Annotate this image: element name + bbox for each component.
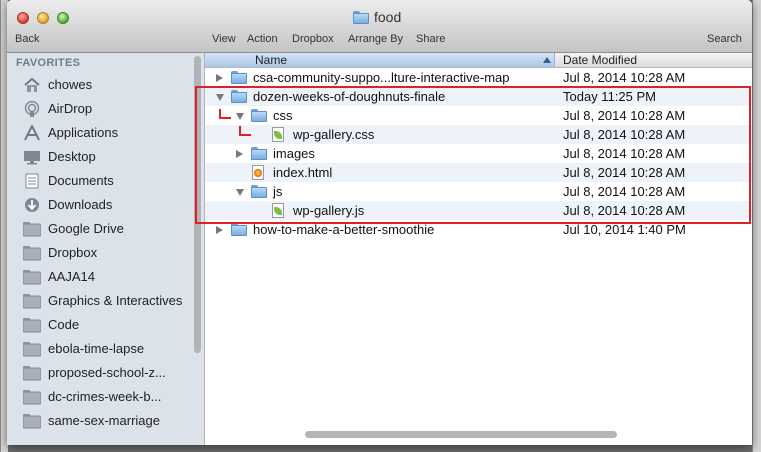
- sidebar-item-label: same-sex-marriage: [48, 413, 160, 428]
- sidebar-item[interactable]: AirDrop: [7, 97, 204, 121]
- sidebar-item-label: AAJA14: [48, 269, 95, 284]
- dropbox-button[interactable]: Dropbox: [292, 33, 334, 45]
- folder-icon: [22, 293, 42, 309]
- disclosure-closed-icon[interactable]: [216, 74, 223, 82]
- sidebar-item[interactable]: ebola-time-lapse: [7, 337, 204, 361]
- name-column-header[interactable]: Name: [205, 53, 555, 67]
- sidebar-item-label: proposed-school-z...: [48, 365, 166, 380]
- share-button[interactable]: Share: [416, 33, 445, 45]
- action-button[interactable]: Action: [247, 33, 278, 45]
- close-button[interactable]: [17, 12, 29, 24]
- file-name: how-to-make-a-better-smoothie: [253, 222, 435, 237]
- horizontal-scrollbar[interactable]: [305, 431, 617, 438]
- sidebar-heading: FAVORITES: [16, 57, 81, 69]
- sidebar-item-label: chowes: [48, 77, 93, 92]
- desktop-icon: [23, 149, 41, 165]
- sidebar-item[interactable]: Code: [7, 313, 204, 337]
- sidebar-item-label: Desktop: [48, 149, 96, 164]
- background-window-right: [752, 0, 761, 452]
- annotation-bracket-css: [219, 109, 231, 119]
- sidebar-item[interactable]: Desktop: [7, 145, 204, 169]
- folder-icon: [231, 223, 247, 236]
- airdrop-icon: [23, 100, 41, 117]
- sidebar-item[interactable]: Documents: [7, 169, 204, 193]
- sidebar-item[interactable]: Downloads: [7, 193, 204, 217]
- folder-icon: [22, 221, 42, 237]
- window-title: food: [353, 8, 401, 26]
- sidebar-item-label: Documents: [48, 173, 114, 188]
- file-row[interactable]: csa-community-suppo...lture-interactive-…: [205, 68, 752, 87]
- applications-icon: [23, 123, 41, 141]
- sidebar-item-label: dc-crimes-week-b...: [48, 389, 162, 404]
- sidebar-item[interactable]: AAJA14: [7, 265, 204, 289]
- file-date-modified: Jul 10, 2014 1:40 PM: [563, 222, 686, 237]
- sidebar-item-label: Dropbox: [48, 245, 98, 260]
- folder-icon: [231, 71, 247, 84]
- minimize-button[interactable]: [37, 12, 49, 24]
- sidebar-item[interactable]: chowes: [7, 73, 204, 97]
- sidebar-item[interactable]: proposed-school-z...: [7, 361, 204, 385]
- sidebar-item[interactable]: same-sex-marriage: [7, 409, 204, 433]
- sidebar-item-label: Graphics & Interactives: [48, 293, 183, 308]
- search-field[interactable]: Search: [707, 33, 742, 45]
- folder-icon: [22, 269, 42, 285]
- file-name: csa-community-suppo...lture-interactive-…: [253, 70, 510, 85]
- folder-icon: [22, 389, 42, 405]
- sidebar-item-label: Applications: [48, 125, 119, 140]
- sidebar-item[interactable]: dc-crimes-week-b...: [7, 385, 204, 409]
- file-date-modified: Jul 8, 2014 10:28 AM: [563, 70, 686, 85]
- annotation-bracket-wp-gallery-css: [239, 126, 251, 136]
- sidebar-item-label: Google Drive: [48, 221, 124, 236]
- folder-icon: [22, 413, 42, 429]
- folder-icon: [22, 341, 42, 357]
- zoom-button[interactable]: [57, 12, 69, 24]
- arrange-by-button[interactable]: Arrange By: [348, 33, 403, 45]
- sidebar-item-label: AirDrop: [48, 101, 93, 116]
- view-button[interactable]: View: [212, 33, 236, 45]
- folder-icon: [353, 10, 369, 24]
- window-title-text: food: [374, 9, 402, 25]
- back-button[interactable]: Back: [15, 33, 39, 45]
- folder-icon: [22, 317, 42, 333]
- folder-icon: [22, 245, 42, 261]
- home-icon: [23, 77, 41, 93]
- date-column-header[interactable]: Date Modified: [563, 53, 637, 67]
- window-toolbar: food Back View Action Dropbox Arrange By…: [7, 0, 752, 53]
- name-column-label: Name: [255, 53, 288, 67]
- sidebar-item[interactable]: Dropbox: [7, 241, 204, 265]
- disclosure-closed-icon[interactable]: [216, 226, 223, 234]
- sidebar-item[interactable]: Applications: [7, 121, 204, 145]
- sidebar-item-label: Code: [48, 317, 80, 332]
- folder-icon: [22, 365, 42, 381]
- highlight-annotation-box: [195, 86, 751, 224]
- sort-ascending-icon: [543, 57, 551, 63]
- column-header: Name Date Modified: [205, 53, 752, 68]
- downloads-icon: [23, 197, 41, 213]
- sidebar: FAVORITES chowes AirDrop Applications Deskt…: [7, 53, 205, 445]
- sidebar-item-label: Downloads: [48, 197, 113, 212]
- documents-icon: [23, 173, 41, 189]
- sidebar-item[interactable]: Graphics & Interactives: [7, 289, 204, 313]
- sidebar-item[interactable]: Google Drive: [7, 217, 204, 241]
- sidebar-item-label: ebola-time-lapse: [48, 341, 145, 356]
